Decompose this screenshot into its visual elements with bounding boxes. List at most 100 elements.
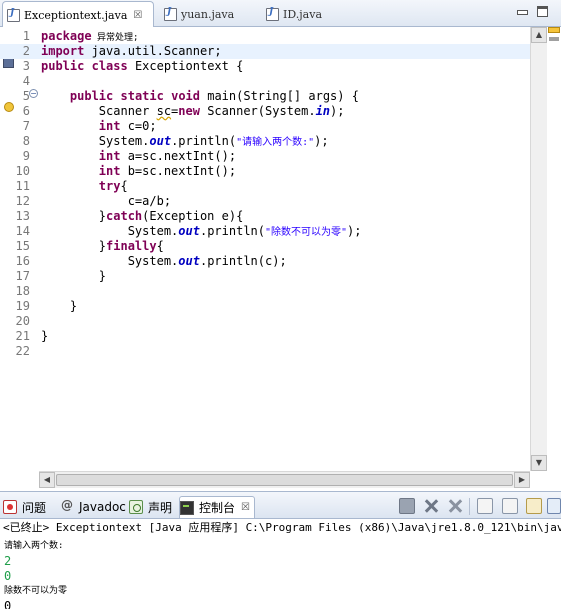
close-icon[interactable]: ☒ — [133, 10, 142, 21]
warning-overview-mark[interactable] — [548, 27, 560, 33]
declaration-icon — [129, 500, 143, 514]
code-token: Scanner(System. — [199, 104, 316, 118]
code-token: int — [98, 164, 121, 178]
horizontal-scrollbar[interactable]: ◀ ▶ — [39, 471, 530, 488]
problems-icon — [3, 500, 17, 514]
vertical-scrollbar[interactable]: ▲ ▼ — [530, 27, 547, 471]
code-token: Scanner — [41, 104, 157, 118]
code-line[interactable]: 22 — [0, 344, 530, 359]
code-line[interactable]: 14 System.out.println("除数不可以为零"); — [0, 224, 530, 239]
remove-launch-icon[interactable] — [423, 498, 439, 514]
console-line: 2 — [4, 554, 12, 568]
pin-console-icon[interactable] — [502, 498, 518, 514]
code-token: class — [91, 59, 128, 73]
tab-label: Exceptiontext.java — [24, 8, 128, 22]
tab-label: yuan.java — [181, 8, 235, 21]
java-file-icon — [266, 7, 279, 21]
code-token: c=0; — [120, 119, 157, 133]
code-token: System. — [41, 134, 150, 148]
code-line[interactable]: 21} — [0, 329, 530, 344]
line-number: 13 — [15, 209, 30, 223]
tab-id-java[interactable]: ID.java — [262, 2, 362, 27]
tab-yuan-java[interactable]: yuan.java — [160, 2, 260, 27]
occurrence-overview-mark[interactable] — [549, 37, 559, 41]
code-line[interactable]: 12 c=a/b; — [0, 194, 530, 209]
code-token: } — [41, 209, 107, 223]
javadoc-icon — [60, 498, 74, 514]
console-status-line: <已终止> Exceptiontext [Java 应用程序] C:\Progr… — [3, 521, 561, 534]
remove-all-terminated-icon[interactable] — [447, 498, 463, 514]
line-number: 3 — [22, 59, 30, 73]
code-line[interactable]: 19 } — [0, 299, 530, 314]
open-console-icon[interactable] — [547, 498, 561, 514]
scroll-right-icon[interactable]: ▶ — [514, 472, 530, 488]
line-number: 11 — [15, 179, 30, 193]
line-number: 5 — [22, 89, 30, 103]
fold-collapse-icon[interactable]: − — [29, 89, 38, 98]
line-number: 2 — [22, 44, 30, 58]
code-line[interactable]: 6 Scanner sc=new Scanner(System.in); — [0, 104, 530, 119]
scroll-down-icon[interactable]: ▼ — [531, 455, 547, 471]
tab-declaration[interactable]: 声明 — [129, 496, 172, 518]
view-tab-bar: 问题 Javadoc 声明 控制台 ☒ — [0, 491, 561, 519]
close-icon[interactable]: ☒ — [241, 502, 250, 513]
maximize-icon[interactable] — [537, 6, 548, 17]
code-token: out — [178, 254, 200, 268]
line-number: 6 — [22, 104, 30, 118]
code-token: sc — [156, 104, 172, 118]
line-number: 4 — [22, 74, 30, 88]
code-line[interactable]: 5 public static void main(String[] args)… — [0, 89, 530, 104]
code-token: b=sc.nextInt(); — [120, 164, 237, 178]
terminate-icon[interactable] — [399, 498, 415, 514]
code-token: System. — [41, 254, 179, 268]
scroll-up-icon[interactable]: ▲ — [531, 27, 547, 43]
scroll-thumb[interactable] — [56, 474, 513, 486]
tab-exceptiontext-java[interactable]: Exceptiontext.java ☒ — [2, 1, 154, 28]
scroll-lock-icon[interactable] — [477, 498, 493, 514]
code-line[interactable]: 18 — [0, 284, 530, 299]
code-line[interactable]: 16 System.out.println(c); — [0, 254, 530, 269]
code-line[interactable]: 3 public class Exceptiontext { — [0, 59, 530, 74]
console-line: 0 — [4, 599, 12, 609]
code-line[interactable]: 2 import java.util.Scanner; — [0, 44, 530, 59]
code-area[interactable]: 1 package 异常处理; 2 import java.util.Scanner;… — [0, 27, 530, 467]
code-editor[interactable]: 1 package 异常处理; 2 import java.util.Scanner;… — [0, 27, 561, 489]
code-line[interactable]: 13 }catch(Exception e){ — [0, 209, 530, 224]
editor-tab-bar: Exceptiontext.java ☒ yuan.java ID.java — [0, 0, 561, 28]
code-line[interactable]: 20 — [0, 314, 530, 329]
line-number: 12 — [15, 194, 30, 208]
console-line: 请输入两个数: — [4, 541, 64, 551]
code-line[interactable]: 8 System.out.println("请输入两个数:"); — [0, 134, 530, 149]
code-line[interactable]: 9 int a=sc.nextInt(); — [0, 149, 530, 164]
code-line[interactable]: 7 int c=0; — [0, 119, 530, 134]
code-token: .println(c); — [199, 254, 287, 268]
line-number: 18 — [15, 284, 30, 298]
code-token: (Exception e){ — [142, 209, 244, 223]
tab-label: 问题 — [22, 500, 47, 515]
tab-console[interactable]: 控制台 ☒ — [179, 496, 255, 518]
code-line[interactable]: 11 try{ — [0, 179, 530, 194]
code-token: java.util.Scanner; — [84, 44, 222, 58]
java-file-icon — [7, 8, 20, 22]
console-view[interactable]: <已终止> Exceptiontext [Java 应用程序] C:\Progr… — [0, 519, 561, 609]
code-line[interactable]: 4 — [0, 74, 530, 89]
tab-problems[interactable]: 问题 — [3, 496, 46, 518]
scroll-left-icon[interactable]: ◀ — [39, 472, 55, 488]
code-line[interactable]: 10 int b=sc.nextInt(); — [0, 164, 530, 179]
code-token: System. — [41, 224, 179, 238]
code-line[interactable]: 17 } — [0, 269, 530, 284]
minimize-icon[interactable] — [516, 6, 528, 17]
display-selected-console-icon[interactable] — [526, 498, 542, 514]
code-token: catch — [106, 209, 143, 223]
line-number: 9 — [22, 149, 30, 163]
tab-javadoc[interactable]: Javadoc — [60, 496, 126, 518]
line-number: 16 — [15, 254, 30, 268]
code-line[interactable]: 15 }finally{ — [0, 239, 530, 254]
line-number: 17 — [15, 269, 30, 283]
code-token: } — [41, 329, 49, 343]
code-line[interactable]: 1 package 异常处理; — [0, 29, 530, 44]
